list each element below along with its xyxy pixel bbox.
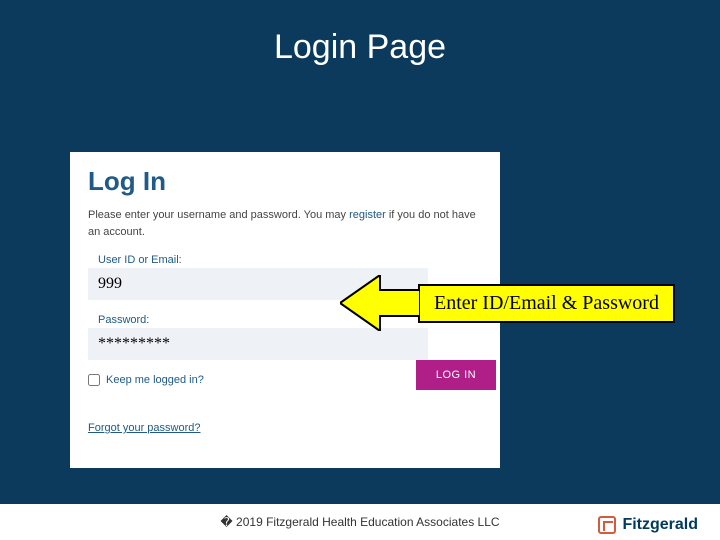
callout-text: Enter ID/Email & Password — [418, 284, 675, 323]
forgot-password-link[interactable]: Forgot your password? — [88, 422, 201, 434]
user-id-label: User ID or Email: — [98, 254, 482, 266]
slide-title: Login Page — [0, 0, 720, 87]
brand-logo: Fitzgerald — [598, 516, 698, 534]
arrow-left-icon — [340, 275, 420, 331]
brand-logo-text: Fitzgerald — [622, 516, 698, 534]
keep-logged-label: Keep me logged in? — [106, 374, 204, 386]
login-instruction: Please enter your username and password.… — [88, 207, 482, 240]
callout-arrow: Enter ID/Email & Password — [340, 275, 675, 331]
keep-logged-checkbox[interactable] — [88, 374, 100, 386]
register-link[interactable]: register — [349, 209, 386, 221]
password-input[interactable] — [88, 328, 428, 360]
instruction-pre: Please enter your username and password.… — [88, 209, 349, 221]
login-button[interactable]: LOG IN — [416, 360, 496, 390]
footer-bar: � 2019 Fitzgerald Health Education Assoc… — [0, 504, 720, 540]
copyright-text: � 2019 Fitzgerald Health Education Assoc… — [220, 515, 499, 529]
brand-logo-icon — [598, 516, 616, 534]
login-heading: Log In — [88, 166, 482, 197]
